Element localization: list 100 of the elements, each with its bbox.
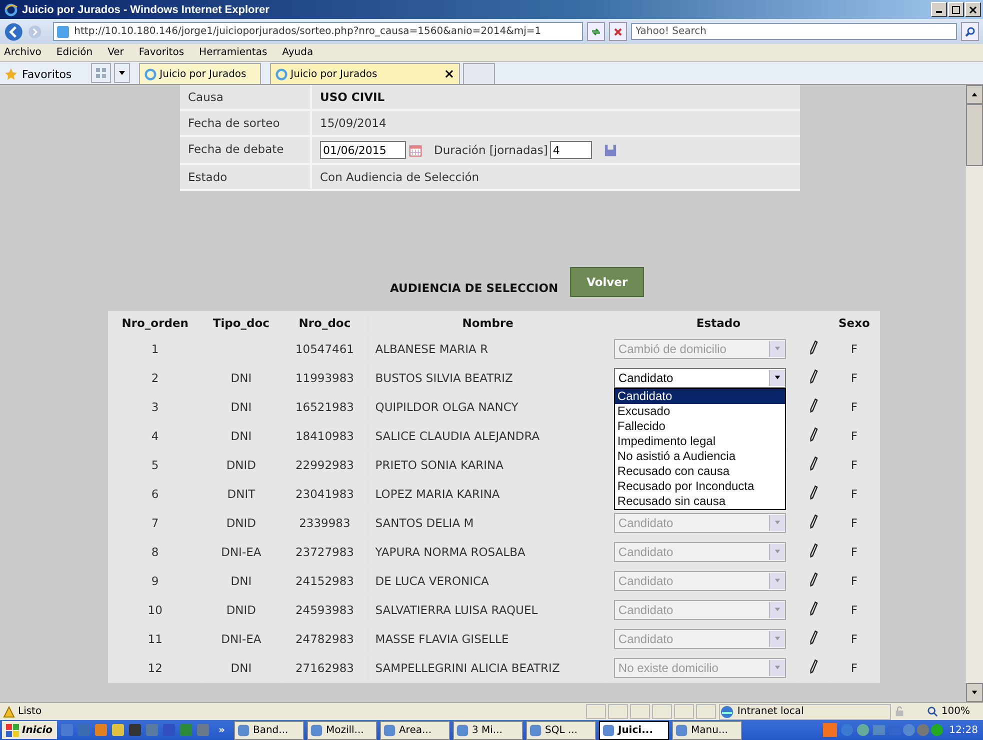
minimize-button[interactable] bbox=[931, 2, 947, 17]
dropdown-option[interactable]: Candidato bbox=[615, 388, 786, 404]
browser-tab[interactable]: Juicio por Jurados × bbox=[270, 63, 460, 84]
scroll-up-icon bbox=[971, 91, 978, 98]
pencil-icon[interactable] bbox=[808, 542, 818, 558]
dropdown-option[interactable]: Fallecido bbox=[615, 418, 786, 434]
tab-list-button[interactable] bbox=[114, 63, 130, 83]
status-pane bbox=[630, 704, 650, 719]
lock-icon bbox=[894, 706, 906, 717]
close-icon bbox=[968, 4, 978, 14]
caret-icon bbox=[774, 519, 782, 526]
pencil-icon[interactable] bbox=[808, 368, 818, 384]
taskbar-button[interactable]: Mozill... bbox=[306, 720, 377, 740]
browser-logo-icon bbox=[144, 68, 157, 80]
pencil-icon[interactable] bbox=[808, 630, 818, 644]
close-tab-button[interactable]: × bbox=[444, 66, 455, 82]
app-icon bbox=[236, 724, 250, 736]
zoom-button[interactable]: 100% bbox=[927, 706, 970, 717]
caret-icon bbox=[118, 69, 126, 77]
taskbar-button[interactable]: Juici... bbox=[598, 720, 669, 740]
favorites-button[interactable]: Favoritos bbox=[4, 64, 72, 84]
close-button[interactable] bbox=[965, 2, 981, 17]
search-icon bbox=[964, 26, 976, 38]
search-field[interactable]: Yahoo! Search bbox=[630, 23, 958, 40]
status-text: Listo bbox=[3, 706, 42, 718]
menu-item[interactable]: Ver bbox=[108, 47, 124, 58]
info-label: Estado bbox=[180, 165, 312, 189]
taskbar-button[interactable]: Band... bbox=[234, 720, 304, 740]
back-button[interactable] bbox=[4, 20, 24, 42]
dropdown-option[interactable]: Recusado por Inconducta bbox=[615, 478, 786, 494]
pencil-icon[interactable] bbox=[808, 484, 818, 500]
menu-item[interactable]: Ayuda bbox=[282, 47, 314, 58]
taskbar-button[interactable]: Area... bbox=[380, 720, 450, 740]
grid-icon bbox=[94, 67, 107, 79]
dropdown-option[interactable]: Recusado con causa bbox=[615, 464, 786, 478]
save-icon[interactable] bbox=[604, 144, 617, 156]
caret-icon bbox=[774, 577, 782, 584]
menu-item[interactable]: Favoritos bbox=[138, 47, 184, 58]
dropdown-option[interactable]: Impedimento legal bbox=[615, 434, 786, 448]
caret-icon bbox=[774, 345, 782, 352]
dropdown-option[interactable]: Excusado bbox=[615, 404, 786, 418]
status-pane bbox=[652, 704, 672, 719]
browser-logo-icon bbox=[274, 68, 288, 80]
taskbar-button[interactable]: SQL ... bbox=[526, 720, 596, 740]
pencil-icon[interactable] bbox=[808, 398, 818, 412]
pencil-icon[interactable] bbox=[808, 572, 818, 586]
flag-icon bbox=[6, 724, 19, 736]
calendar-icon[interactable] bbox=[409, 144, 422, 156]
pencil-icon[interactable] bbox=[808, 600, 818, 616]
window-title: Juicio por Jurados - Windows Internet Explorer bbox=[22, 4, 270, 16]
pencil-icon[interactable] bbox=[808, 514, 818, 528]
star-icon bbox=[4, 67, 18, 81]
app-icon bbox=[528, 724, 542, 736]
scroll-down-icon bbox=[971, 689, 978, 696]
more-button[interactable]: » bbox=[212, 724, 231, 736]
dropdown-option[interactable]: No asistió a Audiencia bbox=[615, 448, 786, 464]
info-label: Fecha de debate bbox=[180, 137, 312, 163]
minimize-icon bbox=[936, 11, 942, 13]
globe-icon bbox=[720, 704, 734, 718]
refresh-button[interactable] bbox=[586, 22, 605, 41]
taskbar-button[interactable]: Manu... bbox=[672, 720, 742, 740]
info-value: Con Audiencia de Selección bbox=[320, 170, 480, 184]
duration-label: Duración [jornadas] bbox=[434, 143, 548, 157]
pencil-icon[interactable] bbox=[808, 658, 818, 674]
date-field[interactable]: 01/06/2015 bbox=[320, 141, 406, 159]
status-pane bbox=[608, 704, 628, 719]
stop-button[interactable] bbox=[608, 22, 627, 41]
warning-icon bbox=[3, 706, 15, 718]
maximize-button[interactable] bbox=[948, 2, 964, 17]
quick-launch-icon[interactable] bbox=[110, 723, 124, 737]
app-icon bbox=[674, 724, 688, 736]
menu-item[interactable]: Herramientas bbox=[199, 47, 268, 58]
address-field[interactable]: http://10.10.180.146/jorge1/juicioporjurados/sorteo.php?nro_causa=1560&anio=2014&mj=1 bbox=[53, 22, 583, 41]
caret-icon bbox=[774, 664, 782, 671]
caret-icon bbox=[774, 374, 782, 381]
start-button[interactable]: Inicio bbox=[2, 721, 56, 739]
taskbar-button[interactable]: 3 Mi... bbox=[452, 720, 523, 740]
scrollbar[interactable] bbox=[966, 85, 983, 702]
dropdown-option[interactable]: Recusado sin causa bbox=[615, 494, 786, 508]
pencil-icon[interactable] bbox=[808, 456, 818, 470]
security-zone: Intranet local bbox=[719, 704, 892, 720]
quick-launch-icon[interactable] bbox=[128, 723, 142, 737]
back-button[interactable]: Volver bbox=[570, 267, 644, 297]
zoom-icon bbox=[927, 706, 938, 717]
menu-item[interactable]: Archivo bbox=[4, 47, 42, 58]
status-pane bbox=[674, 704, 694, 719]
scrollbar-thumb[interactable] bbox=[966, 104, 983, 166]
caret-icon bbox=[774, 635, 782, 642]
menu-item[interactable]: Edición bbox=[56, 47, 93, 58]
info-value: USO CIVIL bbox=[320, 90, 385, 104]
pencil-icon[interactable] bbox=[808, 426, 818, 442]
caret-icon bbox=[774, 548, 782, 555]
pencil-icon[interactable] bbox=[808, 340, 818, 354]
clock: 12:28 bbox=[948, 724, 979, 736]
search-button[interactable] bbox=[961, 22, 979, 41]
section-title: AUDIENCIA DE SELECCION bbox=[390, 281, 558, 295]
duration-field[interactable]: 4 bbox=[550, 141, 592, 159]
system-tray-icons[interactable] bbox=[823, 723, 944, 737]
page-icon bbox=[57, 26, 70, 38]
browser-tab[interactable]: Juicio por Jurados bbox=[138, 63, 261, 84]
